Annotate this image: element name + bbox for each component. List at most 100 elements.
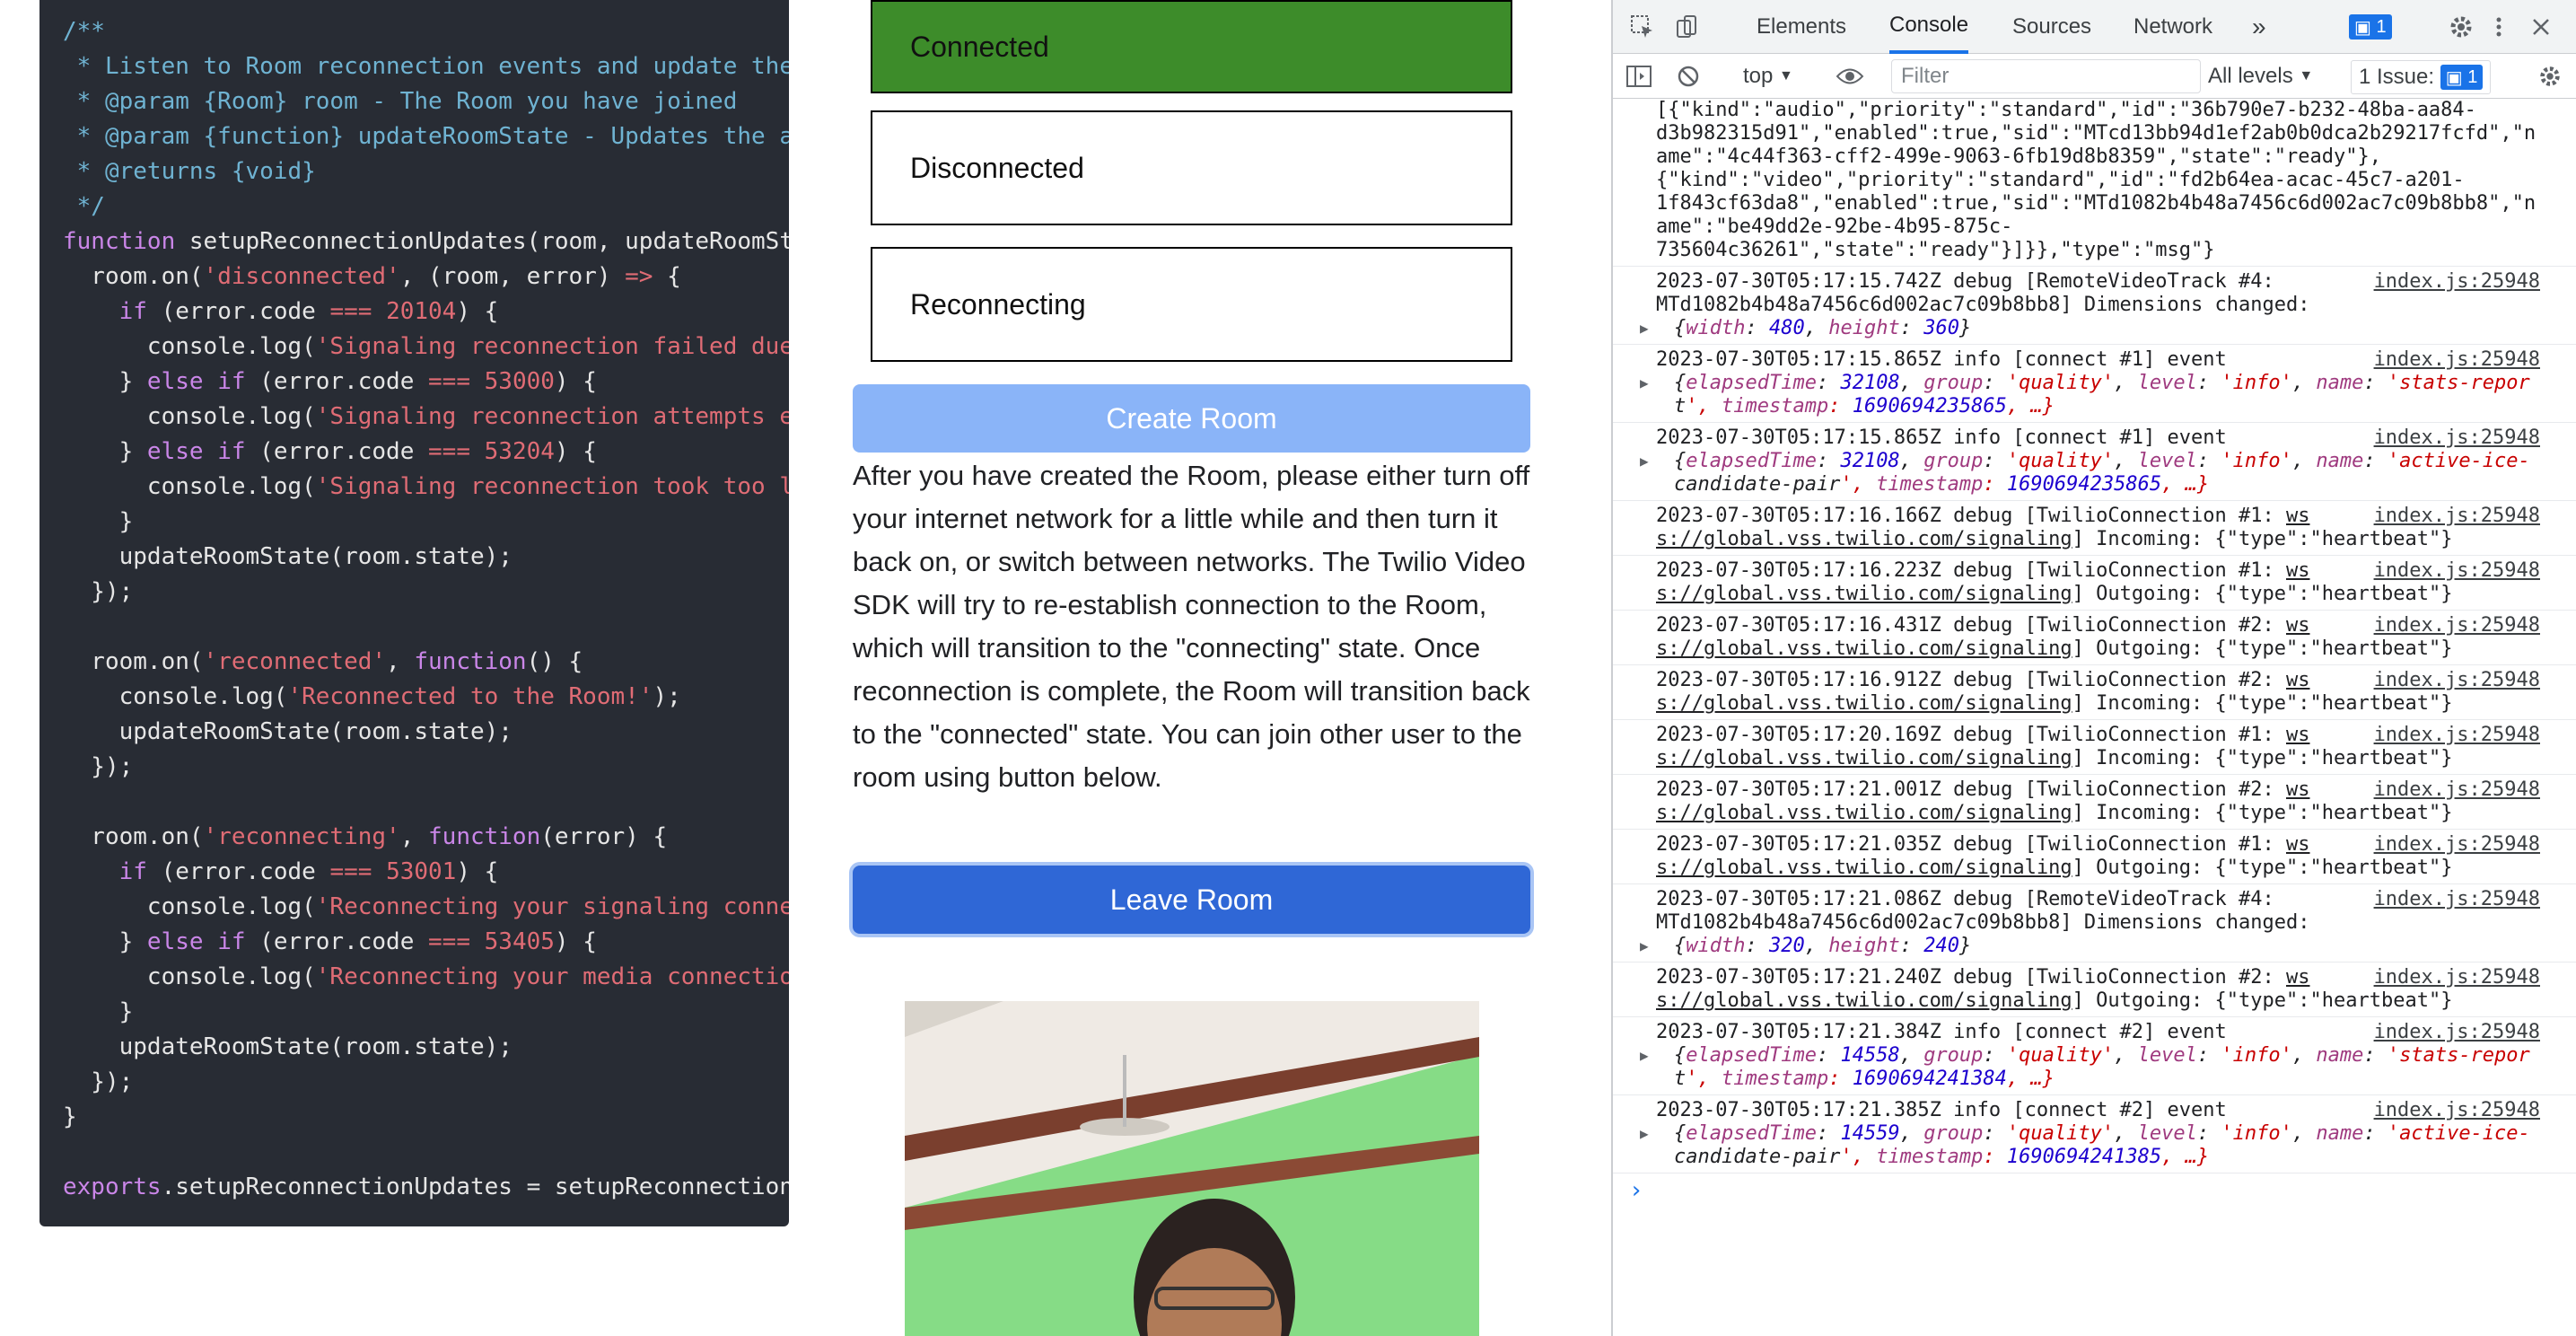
tab-network[interactable]: Network — [2134, 0, 2212, 54]
settings-gear-icon[interactable] — [2448, 0, 2475, 54]
close-devtools-icon[interactable] — [2530, 0, 2552, 54]
dropdown-arrow-icon: ▼ — [2299, 68, 2314, 84]
console-object-preview[interactable]: ▶ {width: 320, height: 240} — [1640, 935, 2540, 958]
console-object-preview: t', timestamp: 1690694241384, …} — [1674, 1068, 2055, 1090]
console-message: index.js:25948 2023-07-30T05:17:21.240Z d… — [1613, 962, 2576, 1017]
context-selector[interactable]: top ▼ — [1743, 54, 1793, 99]
code-line: if (error.code === 20104) { — [118, 298, 499, 325]
source-link[interactable]: index.js:25948 — [2374, 669, 2540, 692]
issues-counter-badge[interactable]: ▣ 1 — [2349, 0, 2392, 54]
source-link[interactable]: index.js:25948 — [2374, 1021, 2540, 1044]
console-object-preview[interactable]: ▶ {elapsedTime: 14559, group: 'quality', … — [1640, 1122, 2540, 1146]
console-message: {"revision":0,"tracks":[]},"published":{… — [1613, 99, 2576, 267]
source-link[interactable]: index.js:25948 — [2374, 348, 2540, 372]
code-line: }); — [91, 1068, 134, 1095]
code-line: console.log('Signaling reconnection atte… — [63, 403, 789, 430]
instructions-text: After you have created the Room, please … — [853, 460, 1530, 793]
console-filter-input[interactable]: Filter — [1891, 59, 2201, 93]
console-message: index.js:25948 2023-07-30T05:17:15.865Z i… — [1613, 345, 2576, 423]
app-page: /** * Listen to Room reconnection events… — [0, 0, 1611, 1336]
console-text: [{"kind":"audio","priority":"standard","… — [1656, 99, 2476, 121]
console-text: s://global.vss.twilio.com/signaling] Out… — [1656, 857, 2453, 879]
console-object-preview[interactable]: ▶ {elapsedTime: 32108, group: 'quality', … — [1640, 372, 2540, 395]
source-link[interactable]: index.js:25948 — [2374, 833, 2540, 857]
issues-button[interactable]: 1 Issue: ▣ 1 — [2351, 60, 2492, 94]
console-message: index.js:25948 2023-07-30T05:17:15.742Z d… — [1613, 267, 2576, 345]
source-link[interactable]: index.js:25948 — [2374, 778, 2540, 802]
console-message: index.js:25948 2023-07-30T05:17:21.086Z d… — [1613, 884, 2576, 962]
levels-label: All levels — [2208, 64, 2293, 88]
device-toolbar-icon[interactable] — [1674, 0, 1701, 54]
source-link[interactable]: index.js:25948 — [2374, 888, 2540, 911]
dropdown-arrow-icon: ▼ — [1779, 68, 1793, 84]
console-prompt-input[interactable]: › — [1629, 1173, 2576, 1208]
issues-count-top: 1 — [2376, 16, 2387, 37]
sidebar-toggle-icon[interactable] — [1625, 54, 1652, 99]
inspect-element-icon[interactable] — [1629, 0, 1656, 54]
console-object-preview: candidate-pair', timestamp: 169069424138… — [1674, 1146, 2210, 1168]
console-message: index.js:25948 2023-07-30T05:17:15.865Z i… — [1613, 423, 2576, 501]
source-link[interactable]: index.js:25948 — [2374, 614, 2540, 637]
eye-icon[interactable] — [1836, 54, 1864, 99]
console-message: index.js:25948 2023-07-30T05:17:16.912Z d… — [1613, 665, 2576, 720]
code-block: /** * Listen to Room reconnection events… — [39, 0, 789, 1226]
tab-console[interactable]: Console — [1889, 0, 1969, 54]
console-text: {"kind":"video","priority":"standard","i… — [1656, 169, 2465, 191]
code-line: } else if (error.code === 53204) { — [63, 438, 597, 465]
console-settings-icon[interactable] — [2537, 54, 2563, 99]
console-object-preview[interactable]: ▶ {elapsedTime: 14558, group: 'quality', … — [1640, 1044, 2540, 1068]
source-link[interactable]: index.js:25948 — [2374, 505, 2540, 528]
source-link[interactable]: index.js:25948 — [2374, 270, 2540, 294]
console-text: MTd1082b4b48a7456c6d002ac7c09b8bb8] Dime… — [1656, 911, 2310, 934]
console-text: s://global.vss.twilio.com/signaling] Inc… — [1656, 747, 2453, 769]
create-room-button[interactable]: Create Room — [853, 384, 1530, 453]
source-link[interactable]: index.js:25948 — [2374, 559, 2540, 583]
console-text: s://global.vss.twilio.com/signaling] Out… — [1656, 637, 2453, 660]
source-link[interactable]: index.js:25948 — [2374, 1099, 2540, 1122]
console-text: s://global.vss.twilio.com/signaling] Out… — [1656, 989, 2453, 1012]
code-line: console.log('Signaling reconnection took… — [63, 473, 789, 500]
code-line: } — [118, 998, 134, 1025]
source-link[interactable]: index.js:25948 — [2374, 426, 2540, 450]
code-line: room.on('reconnecting', function(error) … — [63, 823, 668, 850]
console-object-preview[interactable]: ▶ {elapsedTime: 32108, group: 'quality', … — [1640, 450, 2540, 473]
context-label: top — [1743, 64, 1774, 88]
tab-sources[interactable]: Sources — [2012, 0, 2091, 54]
console-toolbar: top ▼ Filter All levels ▼ 1 Issue: ▣ 1 — [1613, 54, 2576, 99]
code-line: updateRoomState(room.state); — [118, 1033, 513, 1060]
console-message: index.js:25948 2023-07-30T05:17:16.431Z d… — [1613, 611, 2576, 665]
code-line: if (error.code === 53001) { — [118, 858, 499, 885]
state-connected-box: Connected — [871, 0, 1512, 93]
state-disconnected-box: Disconnected — [871, 110, 1512, 225]
console-text: 1f843cf63da8","enabled":true,"sid":"MTd1… — [1656, 192, 2537, 215]
console-text: 735604c36261","state":"ready"}]}},"type"… — [1656, 239, 2215, 261]
code-line: * @param {Room} room - The Room you have… — [63, 88, 738, 115]
console-text: s://global.vss.twilio.com/signaling] Inc… — [1656, 528, 2453, 550]
console-message: index.js:25948 2023-07-30T05:17:21.035Z d… — [1613, 830, 2576, 884]
code-line: console.log('Reconnecting your media con… — [63, 963, 789, 990]
source-link[interactable]: index.js:25948 — [2374, 966, 2540, 989]
issues-label: 1 Issue: — [2359, 65, 2435, 89]
log-levels-dropdown[interactable]: All levels ▼ — [2208, 54, 2313, 99]
console-object-preview: t', timestamp: 1690694235865, …} — [1674, 395, 2055, 418]
code-line: } — [118, 508, 134, 535]
console-object-preview: candidate-pair', timestamp: 169069423586… — [1674, 473, 2210, 496]
console-output: {"revision":0,"tracks":[]},"published":{… — [1613, 99, 2576, 1336]
code-line: /** — [63, 18, 105, 45]
code-line: } — [63, 1103, 77, 1130]
code-line: * Listen to Room reconnection events and… — [63, 53, 789, 80]
kebab-menu-icon[interactable] — [2494, 0, 2503, 54]
code-line: updateRoomState(room.state); — [118, 543, 513, 570]
tab-elements[interactable]: Elements — [1757, 0, 1846, 54]
source-link[interactable]: index.js:25948 — [2374, 724, 2540, 747]
code-line: } else if (error.code === 53000) { — [63, 368, 597, 395]
leave-room-button[interactable]: Leave Room — [853, 866, 1530, 934]
more-tabs-icon[interactable]: » — [2252, 0, 2266, 54]
console-text: s://global.vss.twilio.com/signaling] Inc… — [1656, 802, 2453, 824]
code-line: } else if (error.code === 53405) { — [63, 928, 597, 955]
state-disconnected-label: Disconnected — [910, 151, 1084, 184]
issues-count: 1 — [2467, 66, 2478, 87]
video-preview — [905, 1001, 1479, 1336]
clear-console-icon[interactable] — [1676, 54, 1701, 99]
console-object-preview[interactable]: ▶ {width: 480, height: 360} — [1640, 317, 2540, 340]
